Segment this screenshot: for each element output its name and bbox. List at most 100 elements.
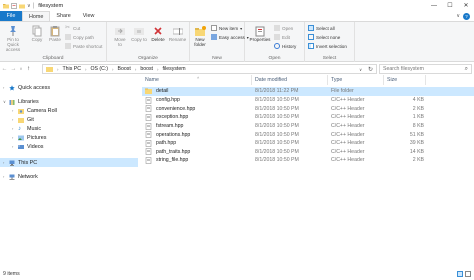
address-dropdown-icon[interactable]: ∨ [359,67,362,72]
navigation-bar: ← → ∨ ↑ › This PC › OS (C:) › Boost › bo… [0,62,474,75]
select-none-button[interactable]: Select none [308,34,340,40]
new-folder-button[interactable]: New folder [192,25,208,47]
nav-item-label: Music [27,125,42,132]
file-row[interactable]: fstream.hpp 8/1/2018 10:50 PM C/C++ Head… [142,122,474,131]
address-bar[interactable]: › This PC › OS (C:) › Boost › boost › fi… [42,64,377,74]
cut-button[interactable]: ✂ Cut [65,25,80,31]
file-name: operations.hpp [156,131,191,138]
refresh-icon[interactable]: ↻ [368,66,373,73]
star-icon [9,84,15,90]
window-controls: — ☐ ✕ [426,0,474,11]
invert-selection-button[interactable]: Invert selection [308,43,347,49]
nav-item-label: Quick access [18,84,51,91]
maximize-button[interactable]: ☐ [442,0,458,11]
column-header-date-modified[interactable]: Date modified [252,75,328,85]
breadcrumb-separator[interactable]: › [157,67,159,72]
select-all-button[interactable]: Select all [308,25,335,31]
new-folder-icon[interactable] [19,3,25,9]
file-row[interactable]: path_traits.hpp 8/1/2018 10:50 PM C/C++ … [142,148,474,157]
edit-button[interactable]: Edit [274,34,290,40]
file-row[interactable]: convenience.hpp 8/1/2018 10:50 PM C/C++ … [142,105,474,114]
breadcrumb-boost-root[interactable]: Boost [118,66,131,72]
clipboard-group-label: Clipboard [42,56,64,61]
minimize-button[interactable]: — [426,0,442,11]
up-icon[interactable]: ↑ [24,66,33,72]
nav-item-git[interactable]: › Git [12,115,34,124]
breadcrumb-separator[interactable]: › [135,67,137,72]
tab-home[interactable]: Home [22,11,51,21]
file-row[interactable]: string_file.hpp 8/1/2018 10:50 PM C/C++ … [142,156,474,165]
column-header-name[interactable]: Name ˄ [142,75,252,85]
ribbon-collapse-icon[interactable]: ∨ [456,13,460,19]
file-row[interactable]: config.hpp 8/1/2018 10:50 PM C/C++ Heade… [142,96,474,105]
tab-share[interactable]: Share [50,11,76,21]
properties-label: Properties [249,37,271,42]
nav-item-pictures[interactable]: › Pictures [12,133,46,142]
file-row[interactable]: detail 8/1/2018 11:22 PM File folder [142,87,474,96]
select-none-label: Select none [316,34,341,40]
breadcrumb-os-c[interactable]: OS (C:) [90,66,108,72]
nav-item-this-pc[interactable]: › This PC [0,158,138,167]
paste-button[interactable]: Paste [48,25,62,42]
back-icon[interactable]: ← [0,66,9,72]
delete-button[interactable]: Delete [150,25,166,42]
file-date: 8/1/2018 10:50 PM [255,114,299,121]
history-label: History [282,43,297,49]
invert-selection-label: Invert selection [316,43,347,49]
tab-view[interactable]: View [77,11,101,21]
copy-button[interactable]: Copy [30,25,44,42]
breadcrumb-filesystem[interactable]: filesystem [163,66,186,72]
details-view-icon[interactable] [457,271,463,277]
paste-shortcut-button[interactable]: Paste shortcut [65,43,102,49]
column-header-type[interactable]: Type [328,75,384,85]
file-name: detail [156,88,169,95]
rename-button[interactable]: Rename [169,25,186,42]
breadcrumb-this-pc[interactable]: This PC [63,66,81,72]
edit-icon [274,34,280,40]
breadcrumb-separator[interactable]: › [85,67,87,72]
file-date: 8/1/2018 10:50 PM [255,105,299,112]
breadcrumb-separator[interactable]: › [112,67,114,72]
file-name: path_traits.hpp [156,148,191,155]
search-input[interactable]: Search filesystem ⌕ [379,64,472,74]
file-row[interactable]: exception.hpp 8/1/2018 10:50 PM C/C++ He… [142,113,474,122]
forward-icon[interactable]: → [9,66,18,72]
close-button[interactable]: ✕ [458,0,474,11]
file-size: 39 KB [409,140,424,147]
easy-access-button[interactable]: Easy access ▾ [211,34,249,40]
new-item-dropdown-icon: ▾ [240,25,243,31]
tab-file[interactable]: File [0,11,22,21]
file-size [384,87,424,96]
help-icon[interactable]: ? [463,13,470,20]
nav-item-music[interactable]: › ♪ Music [12,124,41,133]
open-icon [274,25,280,31]
file-type: C/C++ Header [331,140,365,147]
nav-item-quick-access[interactable]: › Quick access [3,83,50,92]
history-button[interactable]: History [274,43,296,49]
file-date: 8/1/2018 10:50 PM [255,148,299,155]
qa-dropdown-icon[interactable]: ∨ [27,3,31,9]
paste-shortcut-label: Paste shortcut [73,43,103,49]
file-row[interactable]: operations.hpp 8/1/2018 10:50 PM C/C++ H… [142,130,474,139]
large-icons-view-icon[interactable] [465,271,471,277]
file-row[interactable]: path.hpp 8/1/2018 10:50 PM C/C++ Header … [142,139,474,148]
nav-item-camera-roll[interactable]: › Camera Roll [12,106,57,115]
select-group: Select all Select none Invert selection … [305,22,355,62]
header-file-icon [145,131,152,138]
move-to-button[interactable]: Move to [112,25,128,47]
properties-button[interactable]: Properties [249,25,271,42]
nav-item-network[interactable]: › Network [3,172,38,181]
column-header-size[interactable]: Size [384,75,426,85]
nav-item-libraries[interactable]: ∨ Libraries [3,97,39,106]
copy-path-button[interactable]: Copy path [65,34,94,40]
open-button[interactable]: Open [274,25,293,31]
file-name: path.hpp [156,140,177,147]
copy-to-button[interactable]: Copy to [131,25,147,42]
new-group-label: New [212,56,222,61]
new-item-button[interactable]: New item ▾ [211,25,242,31]
breadcrumb-boost[interactable]: boost [140,66,153,72]
nav-item-videos[interactable]: › Videos [12,142,43,151]
properties-icon[interactable] [11,2,17,9]
paste-shortcut-icon [65,43,71,49]
pin-to-quick-access-button[interactable]: Pin to Quick access [2,25,24,52]
